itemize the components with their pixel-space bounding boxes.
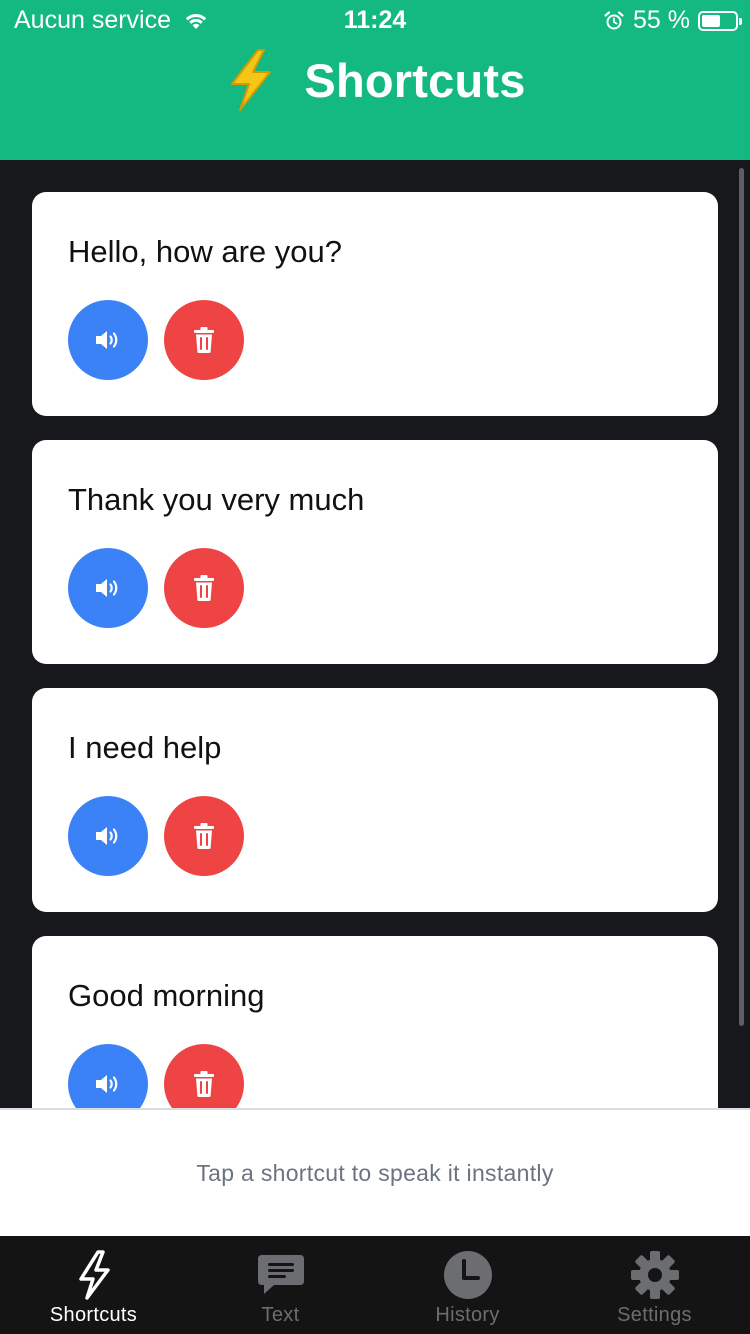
tab-label: History [435, 1304, 500, 1326]
speaker-icon [96, 827, 118, 845]
battery-level-fill [702, 14, 720, 27]
delete-button[interactable] [164, 1044, 244, 1108]
shortcut-text: Good morning [68, 978, 265, 1013]
shortcut-list[interactable]: Hello, how are you? Thank you very much [0, 160, 750, 1108]
trash-icon [194, 327, 214, 353]
shortcut-card[interactable]: I need help [32, 688, 718, 912]
trash-icon [194, 823, 214, 849]
speaker-icon [96, 1075, 118, 1093]
battery-percent: 55 % [633, 6, 690, 34]
trash-icon [194, 575, 214, 601]
hint-bar: Tap a shortcut to speak it instantly [0, 1108, 750, 1236]
app-header: Aucun service 11:24 55 % Shortcuts [0, 0, 750, 160]
tab-label: Shortcuts [49, 1304, 138, 1326]
page-title: Shortcuts [304, 53, 526, 107]
speak-button[interactable] [68, 796, 148, 876]
bottom-tab-bar: Shortcuts Text History Settings [0, 1236, 750, 1334]
battery-icon [698, 10, 742, 31]
tab-history[interactable]: History [374, 1236, 561, 1334]
shortcut-card[interactable]: Hello, how are you? [32, 192, 718, 416]
shortcut-text: Hello, how are you? [68, 234, 342, 269]
delete-button[interactable] [164, 796, 244, 876]
lightning-bolt-icon [231, 49, 272, 111]
clock-icon [443, 1251, 492, 1299]
tab-shortcuts[interactable]: Shortcuts [0, 1236, 187, 1334]
tab-label: Settings [617, 1304, 692, 1326]
tab-settings[interactable]: Settings [561, 1236, 748, 1334]
shortcut-text: Thank you very much [68, 482, 365, 517]
trash-icon [194, 1071, 214, 1097]
speak-button[interactable] [68, 548, 148, 628]
speaker-icon [96, 579, 118, 597]
status-bar-right: 55 % [603, 6, 742, 35]
speak-button[interactable] [68, 1044, 148, 1108]
page-title-row: Shortcuts [0, 48, 750, 112]
tab-label: Text [261, 1304, 300, 1326]
gear-icon [630, 1251, 679, 1299]
tab-text[interactable]: Text [187, 1236, 374, 1334]
alarm-icon [604, 10, 624, 29]
list-scrollbar[interactable] [739, 168, 744, 1026]
delete-button[interactable] [164, 548, 244, 628]
delete-button[interactable] [164, 300, 244, 380]
shortcut-text: I need help [68, 730, 222, 765]
shortcut-card[interactable]: Good morning [32, 936, 718, 1108]
message-icon [257, 1255, 304, 1294]
shortcut-card[interactable]: Thank you very much [32, 440, 718, 664]
speaker-icon [96, 331, 118, 349]
lightning-icon [78, 1250, 110, 1300]
speak-button[interactable] [68, 300, 148, 380]
hint-text: Tap a shortcut to speak it instantly [196, 1160, 554, 1186]
